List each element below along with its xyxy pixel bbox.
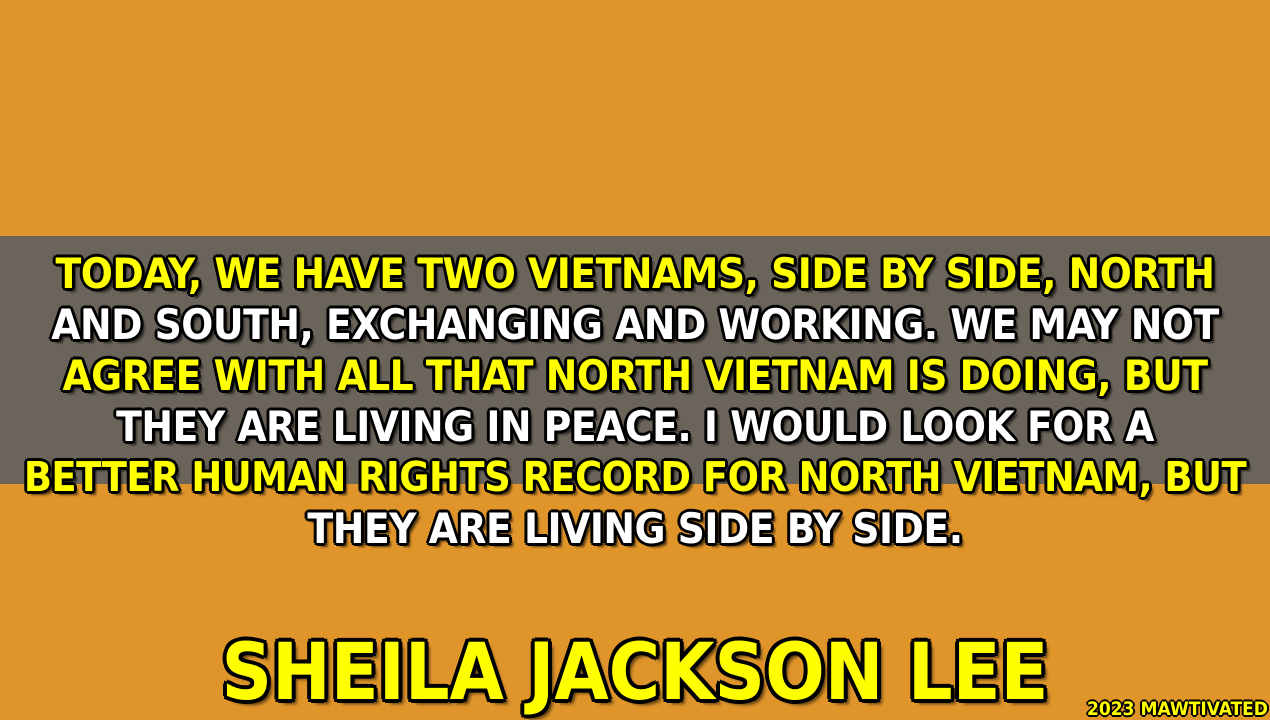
quote-line-6: THEY ARE LIVING SIDE BY SIDE. <box>306 503 964 554</box>
author-name: SHEILA JACKSON LEE <box>220 627 1050 720</box>
quote-text: TODAY, WE HAVE TWO VIETNAMS, SIDE BY SID… <box>0 248 1270 554</box>
quote-line-4: THEY ARE LIVING IN PEACE. I WOULD LOOK F… <box>115 401 1155 452</box>
watermark: 2023 MAWTIVATED <box>1086 698 1268 720</box>
quote-line-1: TODAY, WE HAVE TWO VIETNAMS, SIDE BY SID… <box>54 248 1216 299</box>
quote-line-3: AGREE WITH ALL THAT NORTH VIETNAM IS DOI… <box>61 350 1209 401</box>
quote-line-5: BETTER HUMAN RIGHTS RECORD FOR NORTH VIE… <box>23 452 1248 502</box>
quote-poster: TODAY, WE HAVE TWO VIETNAMS, SIDE BY SID… <box>0 0 1270 720</box>
quote-line-2: AND SOUTH, EXCHANGING AND WORKING. WE MA… <box>50 299 1220 350</box>
